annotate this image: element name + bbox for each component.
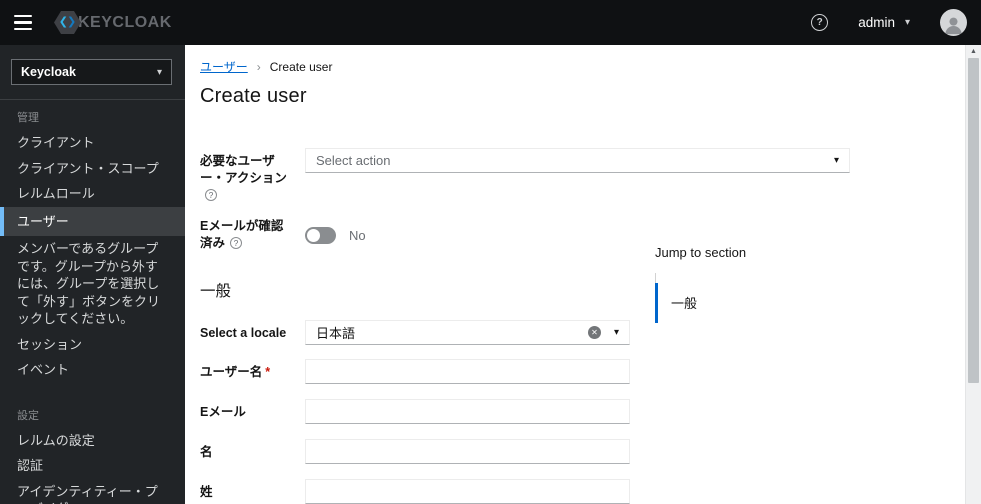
locale-row: Select a locale 日本語 [200, 320, 870, 345]
first-name-input[interactable] [305, 439, 630, 464]
chevron-down-icon [157, 67, 162, 78]
required-user-actions-row: 必要なユーザー・アクション Select action [200, 148, 870, 204]
jump-links-rail [655, 273, 656, 283]
sidebar-item-realm-roles[interactable]: レルムロール [0, 181, 185, 207]
breadcrumb-separator-icon [257, 60, 261, 74]
locale-select[interactable]: 日本語 [305, 320, 630, 345]
chevron-down-icon [905, 17, 910, 28]
email-verified-label: Eメールが確認済み [200, 218, 290, 252]
locale-label: Select a locale [200, 326, 287, 340]
chevron-down-icon [614, 327, 619, 338]
person-icon [945, 17, 962, 35]
chevron-down-icon [834, 155, 839, 166]
help-icon[interactable] [205, 189, 217, 201]
help-icon[interactable] [230, 237, 243, 249]
last-name-label: 姓 [200, 485, 213, 499]
keycloak-logo-icon: ❮ ❯ [54, 11, 81, 34]
required-mark: * [265, 365, 271, 379]
realm-select[interactable]: Keycloak [11, 59, 172, 85]
user-menu[interactable]: admin [858, 15, 910, 30]
clear-selection-icon[interactable] [587, 326, 601, 339]
email-verified-toggle[interactable] [305, 226, 336, 244]
keycloak-admin-console: ❮❯ KEYCLOAK ? admin Keycloak 管理 クライアント [0, 0, 981, 504]
breadcrumb-current: Create user [269, 59, 333, 74]
sidebar-item-events[interactable]: イベント [0, 357, 185, 383]
main-content: ユーザー Create user Create user 必要なユーザー・アクシ… [185, 45, 965, 504]
user-menu-label: admin [858, 15, 895, 30]
email-row: Eメール [200, 399, 870, 424]
first-name-label: 名 [200, 445, 213, 459]
sidebar-item-users[interactable]: ユーザー [0, 206, 185, 236]
last-name-row: 姓 [200, 479, 870, 504]
sidebar-item-identity-providers[interactable]: アイデンティティー・プロバイダー [0, 479, 185, 504]
keycloak-logo: ❮ ❯ KEYCLOAK [54, 11, 172, 34]
last-name-input[interactable] [305, 479, 630, 504]
logo-text: KEYCLOAK [78, 13, 172, 31]
jump-link-general[interactable]: 一般 [655, 283, 805, 323]
email-verified-state: No [349, 227, 366, 243]
scrollbar-thumb[interactable] [968, 58, 979, 383]
masthead-toolbar: ? admin [811, 9, 981, 36]
create-user-form: 必要なユーザー・アクション Select action Eメールが確認済み No… [200, 148, 870, 504]
vertical-scrollbar[interactable] [965, 45, 981, 504]
jump-to-section-panel: Jump to section 一般 [655, 245, 805, 323]
sidebar-section-manage: 管理 [17, 112, 39, 124]
toggle-knob-icon [307, 228, 320, 242]
avatar[interactable] [940, 9, 967, 36]
locale-value: 日本語 [316, 326, 356, 341]
breadcrumb: ユーザー Create user [200, 58, 965, 75]
masthead: ❮ ❯ KEYCLOAK ? admin [0, 0, 981, 45]
sidebar-item-client-scopes[interactable]: クライアント・スコープ [0, 156, 185, 182]
sidebar-item-realm-settings[interactable]: レルムの設定 [0, 428, 185, 454]
first-name-row: 名 [200, 439, 870, 464]
username-row: ユーザー名 * [200, 359, 870, 384]
required-user-actions-select[interactable]: Select action [305, 148, 850, 173]
username-label: ユーザー名 * [200, 365, 271, 379]
sidebar-item-authentication[interactable]: 認証 [0, 453, 185, 479]
sidebar-item-sessions[interactable]: セッション [0, 332, 185, 358]
sidebar-section-configure: 設定 [17, 409, 39, 422]
jump-to-section-title: Jump to section [655, 245, 747, 260]
breadcrumb-users-link[interactable]: ユーザー [200, 58, 248, 75]
page-title: Create user [200, 85, 307, 107]
select-placeholder: Select action [316, 153, 391, 168]
sidebar: Keycloak 管理 クライアント クライアント・スコープ レルムロール ユー… [0, 45, 185, 504]
username-input[interactable] [305, 359, 630, 384]
realm-select-value: Keycloak [21, 65, 76, 79]
sidebar-item-groups[interactable]: メンバーであるグループです。グループから外すには、グループを選択して「外す」ボタ… [0, 236, 185, 332]
email-label: Eメール [200, 405, 246, 419]
email-input[interactable] [305, 399, 630, 424]
hamburger-icon [14, 14, 32, 18]
sidebar-item-clients[interactable]: クライアント [0, 130, 185, 156]
required-user-actions-label: 必要なユーザー・アクション [200, 148, 290, 204]
help-icon[interactable]: ? [811, 14, 829, 31]
nav-toggle-button[interactable] [0, 0, 46, 45]
scroll-up-icon[interactable] [966, 45, 981, 58]
